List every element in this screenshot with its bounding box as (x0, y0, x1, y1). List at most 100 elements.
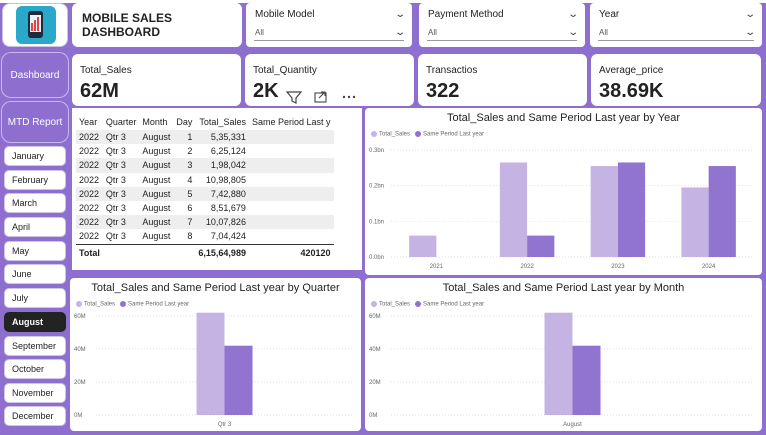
month-item-june[interactable]: June (4, 264, 66, 284)
mtd-report-button[interactable]: MTD Report (1, 101, 69, 143)
table-cell: 2022 (76, 158, 103, 173)
chevron-down-icon[interactable]: ⌄ (567, 9, 579, 20)
x-tick-label: 2023 (611, 264, 625, 270)
table-cell (248, 186, 334, 201)
y-tick-label: 60M (74, 314, 86, 320)
table-cell: 4 (187, 174, 193, 185)
x-tick-label: August (563, 422, 582, 428)
bar-same-period-last-year-2024[interactable] (708, 166, 736, 257)
dashboard-title: MOBILE SALES DASHBOARD (72, 3, 242, 47)
table-cell: 7 (173, 215, 196, 230)
legend-same-period: Same Period Last year (128, 301, 190, 308)
month-item-december[interactable]: December (4, 406, 66, 426)
month-item-august[interactable]: August (4, 312, 66, 332)
column-header[interactable]: Day (173, 114, 195, 130)
y-tick-label: 0.0bn (369, 255, 384, 261)
month-item-july[interactable]: July (4, 288, 66, 308)
kpi-value: 38.69K (599, 80, 664, 102)
legend-total-sales: Total_Sales (84, 301, 116, 308)
bar-total-sales-august[interactable] (544, 312, 573, 415)
table-cell: 7,04,424 (210, 231, 246, 242)
filter-icon[interactable] (285, 91, 303, 104)
slicer-label: Year (599, 9, 620, 20)
x-tick-label: 2021 (430, 264, 444, 270)
bar-total-sales-2023[interactable] (590, 166, 618, 257)
slicer-label: Mobile Model (255, 9, 315, 20)
kpi-value: 322 (426, 80, 460, 102)
table-cell: 5 (173, 186, 196, 201)
column-header[interactable]: Same Period Last y (249, 114, 334, 130)
chevron-down-icon[interactable]: ⌄ (744, 27, 756, 38)
chevron-down-icon[interactable]: ⌄ (394, 9, 406, 20)
column-header[interactable]: Year (76, 114, 103, 130)
table-cell: Qtr 3 (102, 130, 140, 145)
bar-same-period-last-year-2023[interactable] (617, 162, 646, 257)
table-cell: Qtr 3 (102, 158, 140, 173)
month-item-november[interactable]: November (4, 383, 66, 403)
bar-total-sales-2024[interactable] (681, 187, 709, 257)
month-item-september[interactable]: September (4, 336, 66, 356)
table-cell: 6 (187, 203, 193, 214)
table-cell: August (139, 130, 174, 145)
bar-same-period-last-year-qtr-3[interactable] (224, 345, 253, 415)
slicer-payment-method[interactable]: Payment Method ⌄ All ⌄ (419, 3, 585, 47)
total-cell (102, 243, 140, 261)
legend-total-sales: Total_Sales (379, 301, 411, 308)
table-row: 2022 Qtr 3 August 2 6,25,124 (76, 144, 334, 158)
table-row: 2022 Qtr 3 August 6 8,51,679 (76, 201, 334, 215)
slicer-year[interactable]: Year ⌄ All ⌄ (590, 3, 762, 47)
legend-same-period: Same Period Last year (423, 301, 485, 308)
y-tick-label: 20M (369, 380, 381, 386)
chevron-down-icon[interactable]: ⌄ (744, 9, 756, 20)
slicer-value[interactable]: All (428, 28, 437, 37)
table-row: 2022 Qtr 3 August 5 7,42,880 (76, 186, 334, 201)
table-cell (249, 144, 334, 158)
dashboard-button[interactable]: Dashboard (1, 52, 69, 98)
table-cell: Qtr 3 (105, 203, 126, 214)
bar-total-sales-qtr-3[interactable] (196, 312, 225, 415)
slicer-value[interactable]: All (255, 28, 264, 37)
table-cell: 2022 (79, 231, 100, 242)
table-cell: 10,07,826 (195, 215, 249, 230)
focus-mode-icon[interactable] (314, 91, 327, 103)
table-cell: 5,35,331 (195, 130, 249, 145)
column-header[interactable]: Quarter (103, 114, 140, 130)
y-tick-label: 0M (74, 413, 82, 419)
table-cell: 6,25,124 (210, 146, 246, 157)
month-bar-plot: 0M 20M 40M 60M August (369, 312, 754, 428)
more-options-icon[interactable] (342, 95, 356, 99)
table-cell: 2022 (79, 146, 100, 157)
slicer-value[interactable]: All (599, 28, 608, 37)
y-tick-label: 40M (369, 347, 381, 353)
month-item-april[interactable]: April (4, 217, 66, 237)
table-cell: August (139, 215, 174, 230)
month-item-january[interactable]: January (4, 146, 66, 166)
table-cell: 3 (173, 158, 196, 173)
bar-total-sales-2021[interactable] (409, 235, 437, 257)
legend-same-period: Same Period Last year (423, 131, 485, 138)
kpi-card-average-price: Average_price 38.69K (591, 54, 761, 106)
table-cell: 1 (173, 130, 196, 145)
y-tick-label: 0.3bn (369, 148, 384, 154)
chevron-down-icon[interactable]: ⌄ (567, 27, 579, 38)
month-item-march[interactable]: March (4, 193, 66, 213)
slicer-mobile-model[interactable]: Mobile Model ⌄ All ⌄ (246, 3, 412, 47)
month-item-may[interactable]: May (4, 241, 66, 261)
column-header[interactable]: Total_Sales (195, 114, 249, 130)
bar-same-period-last-year-2022[interactable] (527, 235, 555, 257)
bar-total-sales-2022[interactable] (499, 162, 528, 257)
visual-toolbar (283, 88, 363, 106)
legend-total-sales: Total_Sales (379, 131, 411, 138)
table-cell: 7,42,880 (195, 186, 249, 201)
table-cell: Qtr 3 (105, 146, 126, 157)
chevron-down-icon[interactable]: ⌄ (394, 27, 406, 38)
month-item-october[interactable]: October (4, 359, 66, 379)
month-item-february[interactable]: February (4, 170, 66, 190)
column-header[interactable]: Month (139, 114, 173, 130)
table-cell (248, 130, 334, 145)
table-cell: August (142, 203, 171, 214)
table-row: 2022 Qtr 3 August 1 5,35,331 (76, 130, 334, 145)
kpi-card-total-sales: Total_Sales 62M (72, 54, 241, 106)
bar-same-period-last-year-august[interactable] (572, 345, 601, 415)
table-cell: 10,98,805 (205, 174, 246, 185)
